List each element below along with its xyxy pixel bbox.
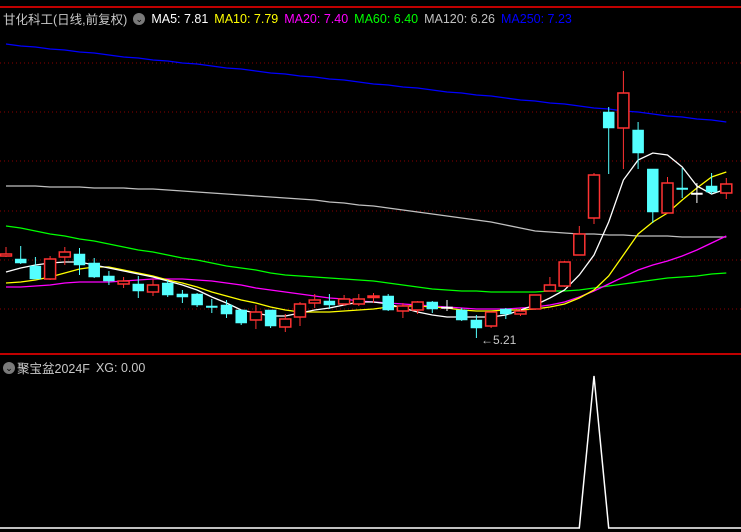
- ma10-label: MA10: 7.79: [214, 11, 279, 26]
- candle-body: [264, 309, 277, 327]
- candle-body: [117, 280, 130, 285]
- candle-body: [323, 300, 336, 306]
- candle-body: [543, 284, 557, 292]
- candle-body: [528, 294, 542, 310]
- candle-body: [146, 284, 160, 293]
- candle-body: [382, 295, 394, 311]
- candle-body: [647, 168, 659, 213]
- candle-body: [705, 185, 718, 193]
- candle-body: [206, 305, 218, 308]
- chevron-down-icon[interactable]: ⌄: [3, 361, 15, 374]
- candle-body: [293, 303, 307, 318]
- ma20-line: [6, 235, 727, 310]
- ma120-label: MA120: 6.26: [424, 11, 495, 26]
- candle-body: [220, 304, 233, 315]
- candle-body: [661, 182, 674, 214]
- candle-body: [176, 293, 189, 298]
- candle-body: [43, 258, 57, 280]
- indicator-title: 聚宝盆2024F: [17, 362, 90, 376]
- candle-body: [249, 311, 263, 321]
- candle-body: [88, 262, 100, 278]
- candle-body: [676, 187, 688, 190]
- candle-body: [587, 174, 601, 219]
- candle-body: [235, 309, 247, 324]
- candle-body: [514, 310, 527, 315]
- kline-chart[interactable]: [0, 0, 741, 532]
- candle-body: [14, 258, 27, 264]
- candle-body: [500, 308, 512, 315]
- candle-body: [161, 282, 174, 296]
- candle-body: [617, 92, 630, 129]
- xg-value: XG: 0.00: [95, 360, 146, 375]
- candle-body: [573, 233, 586, 256]
- candle-body: [396, 305, 410, 312]
- ma250-label: MA250: 7.23: [501, 11, 572, 26]
- candle-body: [337, 298, 351, 305]
- low-price-value: 5.21: [493, 333, 517, 347]
- ma20-label: MA20: 7.40: [284, 11, 349, 26]
- candle-body: [426, 301, 439, 310]
- stock-title: 甘化科工(日线,前复权): [3, 13, 128, 27]
- candle-body: [602, 111, 615, 129]
- candle-body: [455, 309, 468, 321]
- candle-body: [29, 265, 42, 280]
- chevron-down-icon[interactable]: ⌄: [133, 12, 146, 25]
- xg-line: [0, 375, 741, 529]
- arrow-left-icon: ←: [481, 333, 493, 347]
- candle-body: [441, 306, 453, 309]
- candle-body: [367, 295, 380, 299]
- candle-body: [411, 301, 424, 311]
- indicator-legend: ⌄ 聚宝盆2024F XG: 0.00: [3, 358, 145, 377]
- candle-body: [191, 293, 203, 306]
- candle-body: [279, 318, 292, 328]
- candle-body: [632, 129, 644, 154]
- candle-body: [58, 251, 72, 258]
- low-price-marker: ←5.21: [481, 333, 516, 347]
- candle-body: [558, 261, 571, 287]
- ma60-label: MA60: 6.40: [354, 11, 419, 26]
- candle-body: [352, 298, 366, 305]
- candle-body: [103, 275, 115, 282]
- candle-body: [73, 253, 86, 266]
- candle-body: [470, 319, 483, 329]
- candle-body: [720, 183, 733, 194]
- candle-body: [308, 299, 321, 304]
- candle-body: [0, 253, 13, 257]
- main-legend: 甘化科工(日线,前复权) ⌄ MA5: 7.81 MA10: 7.79 MA20…: [3, 9, 572, 28]
- candle-body: [132, 283, 145, 292]
- ma5-label: MA5: 7.81: [151, 11, 209, 26]
- candle-body: [484, 311, 498, 327]
- candle-body: [691, 192, 703, 195]
